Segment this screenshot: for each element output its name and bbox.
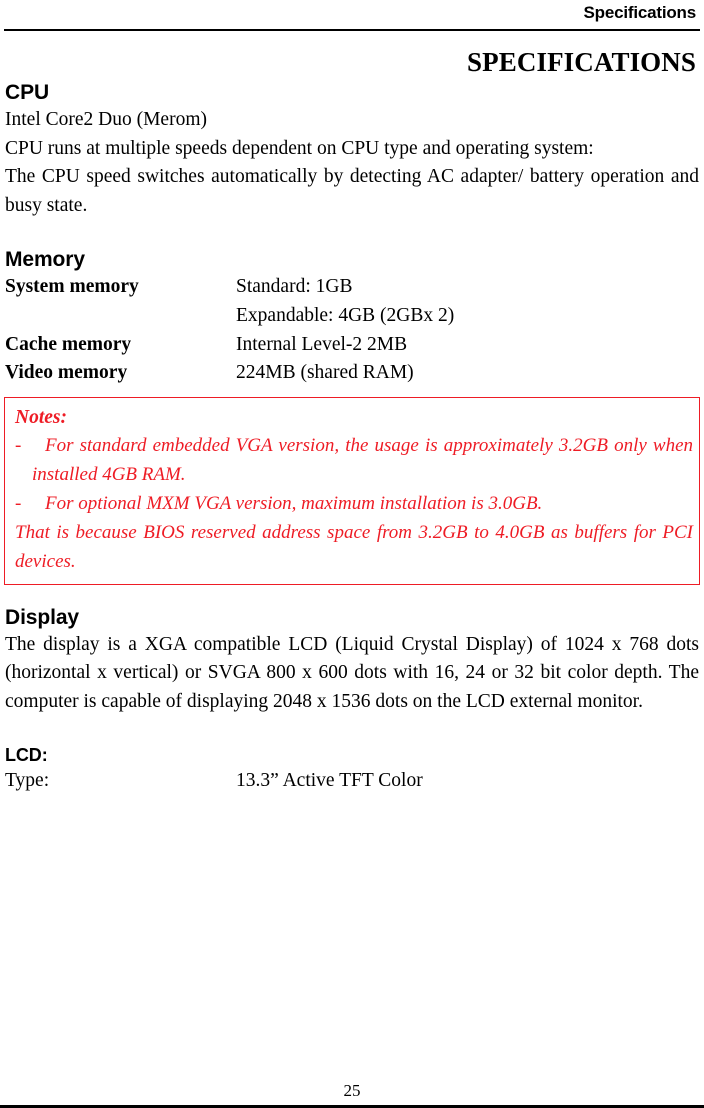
- header-divider: [4, 29, 700, 31]
- note-text: For standard embedded VGA version, the u…: [32, 434, 693, 485]
- spec-value-line: Expandable: 4GB (2GBx 2): [236, 304, 455, 326]
- list-item: - For optional MXM VGA version, maximum …: [11, 489, 693, 518]
- spec-value-cache-memory: Internal Level-2 2MB: [236, 331, 700, 360]
- section-heading-lcd: LCD:: [5, 744, 48, 765]
- spec-label-system-memory: System memory: [5, 276, 139, 298]
- spec-label-cache-memory: Cache memory: [5, 333, 132, 355]
- spec-label-video-memory: Video memory: [5, 362, 128, 384]
- cpu-paragraph-1: Intel Core2 Duo (Merom): [5, 109, 207, 130]
- notes-callout-box: Notes: - For standard embedded VGA versi…: [4, 396, 700, 585]
- page-footer: 25: [0, 1080, 704, 1108]
- note-text: For optional MXM VGA version, maximum in…: [45, 492, 543, 514]
- page-number: 25: [343, 1081, 361, 1100]
- page-title: SPECIFICATIONS: [467, 47, 696, 77]
- spec-value-line: Internal Level-2 2MB: [236, 333, 408, 355]
- section-heading-memory: Memory: [5, 248, 85, 272]
- notes-title: Notes:: [15, 406, 67, 428]
- list-item: - For standard embedded VGA version, the…: [11, 431, 693, 489]
- spec-value-line: 13.3” Active TFT Color: [236, 769, 423, 791]
- cpu-paragraph-2: CPU runs at multiple speeds dependent on…: [5, 137, 594, 159]
- section-heading-display: Display: [5, 605, 79, 629]
- spec-row: Type: 13.3” Active TFT Color: [4, 767, 700, 796]
- spec-value-line: 224MB (shared RAM): [236, 362, 414, 384]
- spec-value-video-memory: 224MB (shared RAM): [236, 359, 700, 388]
- spec-row: System memory Standard: 1GB Expandable: …: [4, 273, 700, 330]
- spec-label-type: Type:: [5, 769, 50, 791]
- section-heading-cpu: CPU: [5, 81, 50, 104]
- note-tail-text: That is because BIOS reserved address sp…: [15, 521, 693, 572]
- spec-row: Video memory 224MB (shared RAM): [4, 359, 700, 388]
- running-header: Specifications: [583, 3, 697, 22]
- spec-value-line: Standard: 1GB: [236, 276, 353, 298]
- spec-value-system-memory: Standard: 1GB Expandable: 4GB (2GBx 2): [236, 273, 700, 330]
- cpu-paragraph-3: The CPU speed switches automatically by …: [5, 166, 699, 216]
- document-page: Specifications SPECIFICATIONS CPU Intel …: [0, 0, 704, 1108]
- display-paragraph-1: The display is a XGA compatible LCD (Liq…: [5, 633, 699, 712]
- note-dash-marker: -: [15, 434, 22, 456]
- note-dash-marker: -: [15, 492, 22, 514]
- spec-row: Cache memory Internal Level-2 2MB: [4, 331, 700, 360]
- spec-value-type: 13.3” Active TFT Color: [236, 767, 700, 796]
